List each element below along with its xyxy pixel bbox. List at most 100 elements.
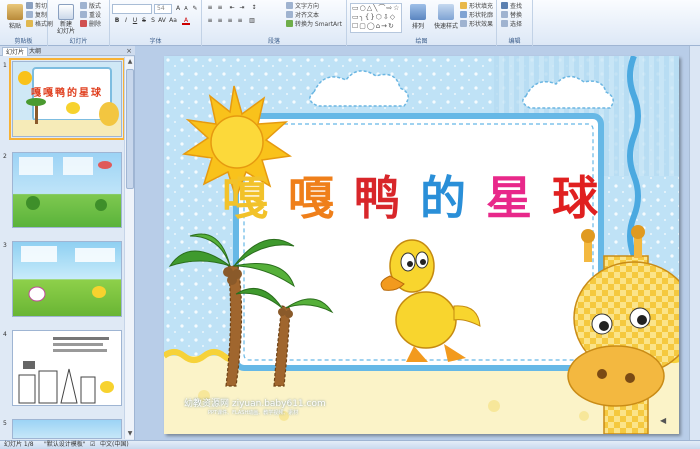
bold-button[interactable]: B [113,17,121,25]
title-char-3: 鸭 [354,171,400,225]
slide-thumbnail-4[interactable] [12,330,122,406]
replace-icon [501,11,508,18]
slide-thumbnail-5[interactable] [12,419,122,439]
underline-button[interactable]: U [131,17,139,25]
paragraph-label: 段落 [267,38,280,45]
binoculars-icon [501,2,508,9]
text-direction-icon [286,2,293,9]
slide-title[interactable]: 嘎 嘎 鸭 的 星 球 [222,162,622,225]
brush-icon [26,20,33,27]
pane-scrollbar[interactable]: ▲ ▼ [124,57,134,439]
clipboard-group: 粘贴 剪切 复制 格式刷 剪贴板 [0,0,53,46]
clipboard-label: 剪贴板 [14,38,33,45]
copy-button[interactable]: 复制 [26,11,47,20]
spellcheck-icon[interactable]: ☑ [90,441,95,449]
shadow-button[interactable]: S [149,17,157,25]
reset-icon [80,11,87,18]
strikethrough-button[interactable]: S [140,17,148,25]
effects-icon [460,20,467,27]
grow-font-button[interactable]: A [174,5,182,13]
bullets-button[interactable]: ≡ [206,4,214,12]
watermark: 幼教资源网 ziyuan.baby611.com [184,399,326,409]
thumb-number-5: 5 [3,420,7,427]
increase-indent-button[interactable]: ⇥ [238,4,246,12]
smartart-button[interactable]: 转换为 SmartArt [286,20,342,29]
thumb-number-4: 4 [3,331,7,338]
status-bar: 幻灯片 1/8 "默认设计模板" ☑ 中文(中国) [0,440,700,449]
text-direction-button[interactable]: 文字方向 [286,2,319,11]
shape-effects-button[interactable]: 形状效果 [460,20,493,29]
tab-outline[interactable]: 大纲 [26,47,44,56]
shrink-font-button[interactable]: A [182,5,190,13]
slide-editor: 嘎 嘎 鸭 的 星 球 幼教资源网 ziyuan.baby611.com PPT… [136,46,700,440]
clipboard-icon [7,4,23,20]
slide-thumbnail-1[interactable]: 嘎嘎鸭的星球 [9,58,125,140]
smartart-icon [286,20,293,27]
thumb-1-title: 嘎嘎鸭的星球 [31,88,103,99]
find-button[interactable]: 查找 [501,2,522,11]
reset-button[interactable]: 重设 [80,11,101,20]
spacing-button[interactable]: AV [158,17,166,25]
arrange-button[interactable]: 排列 [405,4,431,30]
delete-button[interactable]: 删除 [80,20,101,29]
line-spacing-button[interactable]: ↕ [250,4,258,12]
font-name-select[interactable] [112,4,152,14]
arrange-icon [410,4,426,20]
font-color-button[interactable]: A [182,17,190,25]
thumb-4-art [18,337,114,404]
slide-background-art [164,56,679,434]
scroll-down-icon[interactable]: ▼ [125,429,135,439]
shapes-gallery[interactable]: ▭○△╲⌒⇨☆ ▭╮{}⬡⇩◇ ☐▢◯⌂→↻ [350,3,402,33]
ribbon: 粘贴 剪切 复制 格式刷 剪贴板 新建 幻灯片 版式 重设 删除 幻灯片 54 … [0,0,700,46]
editing-label: 编辑 [508,38,521,45]
pane-scroll-thumb[interactable] [126,69,134,189]
pane-tabs: 幻灯片 大纲 × [0,46,135,56]
align-left-button[interactable]: ≡ [206,17,214,25]
title-char-4: 的 [420,171,466,225]
close-icon[interactable]: × [126,47,132,55]
slides-group: 新建 幻灯片 版式 重设 删除 幻灯片 [48,0,110,46]
paste-button[interactable]: 粘贴 [2,4,28,30]
shape-outline-button[interactable]: 形状轮廓 [460,11,493,20]
align-right-button[interactable]: ≡ [226,17,234,25]
title-char-5: 星 [486,171,532,225]
clear-format-button[interactable]: ✎ [191,5,199,13]
slide-thumbnail-3[interactable] [12,241,122,317]
slide-thumbnail-2[interactable] [12,152,122,228]
columns-button[interactable]: ▥ [248,17,256,25]
theme-name: "默认设计模板" [44,441,86,448]
layout-button[interactable]: 版式 [80,2,101,11]
vertical-scrollbar[interactable] [689,46,700,440]
change-case-button[interactable]: Aa [169,17,177,25]
new-slide-button[interactable]: 新建 幻灯片 [52,4,80,35]
align-center-button[interactable]: ≡ [216,17,224,25]
speaker-icon[interactable]: ◀ [660,416,669,425]
thumb-2-art [19,157,112,211]
drawing-label: 绘图 [415,38,428,45]
layout-icon [80,2,87,9]
cut-button[interactable]: 剪切 [26,2,47,11]
scroll-up-icon[interactable]: ▲ [125,57,135,67]
numbering-button[interactable]: ≡ [216,4,224,12]
align-text-icon [286,11,293,18]
delete-icon [80,20,87,27]
justify-button[interactable]: ≡ [236,17,244,25]
current-slide[interactable]: 嘎 嘎 鸭 的 星 球 幼教资源网 ziyuan.baby611.com PPT… [164,56,679,434]
decrease-indent-button[interactable]: ⇤ [228,4,236,12]
title-char-1: 嘎 [222,171,268,225]
cursor-icon [501,20,508,27]
select-button[interactable]: 选择 [501,20,522,29]
quick-styles-icon [438,4,454,20]
fill-icon [460,2,467,9]
font-group: 54 A A ✎ B I U S S AV Aa A 字体 [110,0,202,46]
replace-button[interactable]: 替换 [501,11,522,20]
thumb-number-1: 1 [3,62,7,69]
shape-fill-button[interactable]: 形状填充 [460,2,493,11]
thumb-1-art [13,67,121,136]
thumb-number-3: 3 [3,242,7,249]
quick-styles-button[interactable]: 快速样式 [430,4,462,30]
tab-slides[interactable]: 幻灯片 [2,47,29,56]
font-size-select[interactable]: 54 [154,4,172,14]
align-text-button[interactable]: 对齐文本 [286,11,319,20]
italic-button[interactable]: I [122,17,130,25]
